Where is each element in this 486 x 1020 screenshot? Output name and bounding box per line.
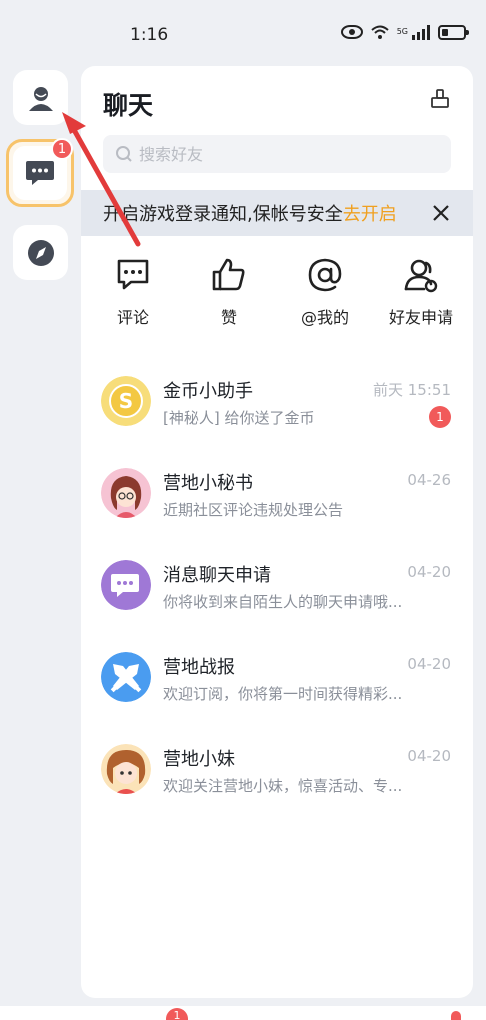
- broom-icon[interactable]: [429, 88, 451, 110]
- thumbs-up-icon: [212, 258, 245, 291]
- at-icon: [308, 258, 342, 292]
- conversation-preview: 你将收到来自陌生人的聊天申请哦...: [163, 593, 403, 611]
- notice-enable-link[interactable]: 去开启: [343, 200, 397, 226]
- friend-request-icon: [404, 259, 438, 293]
- search-bar[interactable]: [103, 135, 451, 173]
- signal-icon: [412, 24, 430, 40]
- conversation-name: 消息聊天申请: [163, 565, 271, 586]
- notice-text: 开启游戏登录通知,保帐号安全: [103, 204, 343, 225]
- quick-mentions-label: @我的: [300, 308, 349, 327]
- rail-discover-button[interactable]: [13, 225, 68, 280]
- conversation-name: 营地小妹: [163, 749, 235, 770]
- conversation-item-chat-request[interactable]: 消息聊天申请 你将收到来自陌生人的聊天申请哦... 04-20: [81, 540, 473, 632]
- conversation-preview: 欢迎订阅，你将第一时间获得精彩...: [163, 685, 403, 703]
- conversation-time: 前天 15:51: [373, 381, 451, 399]
- rail-chat-button[interactable]: 1: [6, 138, 74, 207]
- bottom-tab-bar[interactable]: [0, 1006, 486, 1020]
- quick-like[interactable]: 赞: [183, 256, 275, 336]
- notification-banner: 开启游戏登录通知,保帐号安全 去开启: [81, 190, 473, 236]
- chat-panel: 聊天 开启游戏登录通知,保帐号安全去开启 评论: [81, 66, 473, 998]
- conversation-time: 04-20: [407, 655, 451, 673]
- rail-profile-button[interactable]: [13, 70, 68, 125]
- wifi-icon: [371, 25, 389, 39]
- person-icon: [28, 86, 53, 111]
- conversation-time: 04-26: [407, 471, 451, 489]
- conversation-name: 营地战报: [163, 657, 235, 678]
- network-label: 5G: [396, 27, 408, 36]
- secretary-avatar: [101, 468, 151, 518]
- conversation-preview: 欢迎关注营地小妹，惊喜活动、专...: [163, 777, 403, 795]
- quick-like-label: 赞: [220, 308, 237, 327]
- coin-avatar: S: [101, 376, 151, 426]
- page-title: 聊天: [103, 91, 154, 120]
- battle-report-avatar: [101, 652, 151, 702]
- conversation-name: 金币小助手: [163, 381, 253, 402]
- status-time: 1:16: [130, 25, 169, 45]
- conversation-preview: 近期社区评论违规处理公告: [163, 501, 344, 519]
- conversation-preview: [神秘人] 给你送了金币: [163, 409, 315, 427]
- quick-mentions[interactable]: @我的: [279, 256, 371, 336]
- eye-icon: [340, 25, 363, 39]
- conversation-item-battle-report[interactable]: 营地战报 欢迎订阅，你将第一时间获得精彩... 04-20: [81, 632, 473, 724]
- search-icon: [116, 146, 132, 162]
- status-bar: 1:16 5G: [0, 0, 486, 66]
- conversation-name: 营地小秘书: [163, 473, 253, 494]
- search-input[interactable]: [139, 144, 439, 164]
- unread-badge: 1: [429, 406, 451, 428]
- chat-request-avatar: [101, 560, 151, 610]
- girl-avatar: [101, 744, 151, 794]
- conversation-item-camp-secretary[interactable]: 营地小秘书 近期社区评论违规处理公告 04-26: [81, 448, 473, 540]
- quick-comment[interactable]: 评论: [87, 256, 179, 336]
- conversation-item-coin-helper[interactable]: S 金币小助手 [神秘人] 给你送了金币 前天 15:51 1: [81, 356, 473, 448]
- quick-comment-label: 评论: [116, 308, 149, 327]
- conversation-list: S 金币小助手 [神秘人] 给你送了金币 前天 15:51 1 营地小秘书 近期…: [81, 356, 473, 816]
- status-icons: 5G: [340, 24, 469, 40]
- battery-icon: [438, 24, 469, 40]
- comment-icon: [117, 259, 149, 290]
- chat-unread-badge: 1: [51, 138, 73, 160]
- quick-friend-requests-label: 好友申请: [388, 308, 453, 327]
- bottom-tab-dot: [451, 1011, 461, 1020]
- conversation-time: 04-20: [407, 563, 451, 581]
- quick-friend-requests[interactable]: 好友申请: [375, 256, 467, 336]
- conversation-time: 04-20: [407, 747, 451, 765]
- compass-icon: [27, 239, 54, 266]
- chat-bubble-icon: [26, 161, 54, 185]
- conversation-item-camp-girl[interactable]: 营地小妹 欢迎关注营地小妹，惊喜活动、专... 04-20: [81, 724, 473, 816]
- svg-text:S: S: [119, 389, 133, 413]
- close-icon[interactable]: [431, 203, 451, 223]
- quick-actions: 评论 赞 @我的 好友申请: [81, 256, 473, 336]
